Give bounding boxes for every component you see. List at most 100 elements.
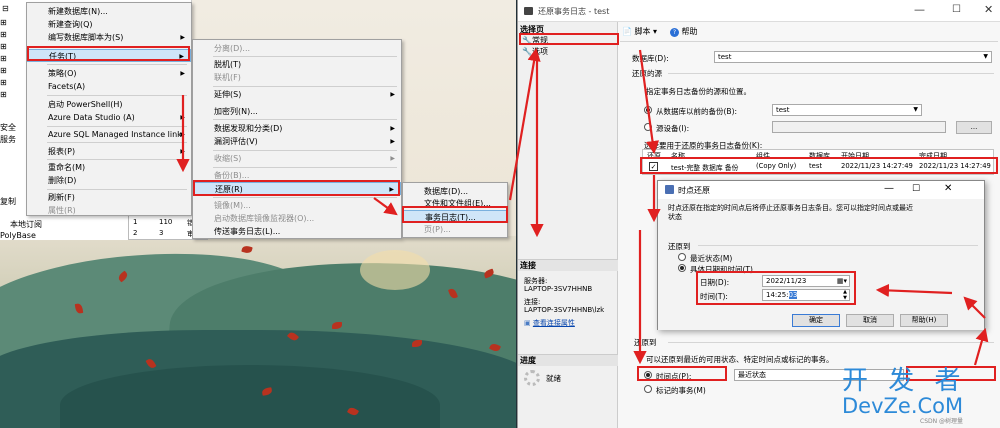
watermark-text: 开 发 者 — [842, 366, 967, 396]
latest-state-label: 最近状态(M) — [690, 254, 733, 263]
menu-item-delete[interactable]: 删除(D) — [27, 174, 191, 187]
chevron-right-icon: ▶ — [180, 34, 185, 41]
menu-label: 加密列(N)... — [214, 107, 258, 116]
menu-item-new-database[interactable]: 新建数据库(N)... — [27, 5, 191, 18]
menu-item-encrypt-columns[interactable]: 加密列(N)... — [193, 105, 401, 118]
highlight-box — [637, 366, 727, 381]
menu-item-vuln-assessment[interactable]: 漏洞评估(V) ▶ — [193, 135, 401, 148]
chevron-down-icon: ▼ — [913, 106, 918, 113]
script-icon: 📄 — [622, 27, 632, 36]
view-connection-properties[interactable]: ▣ 查看连接属性 — [524, 318, 575, 328]
dialog-icon — [665, 185, 674, 194]
menu-item-rename[interactable]: 重命名(M) — [27, 161, 191, 174]
menu-label: 数据库(D)... — [424, 187, 469, 196]
chevron-right-icon: ▶ — [390, 138, 395, 145]
cancel-button[interactable]: 取消 — [846, 314, 894, 327]
menu-label: 脱机(T) — [214, 60, 242, 69]
marked-tx-label: 标记的事务(M) — [656, 386, 706, 395]
tree-item-label: 本地订阅 — [10, 220, 42, 229]
chevron-right-icon: ▶ — [390, 91, 395, 98]
menu-item-online[interactable]: 联机(F) — [193, 71, 401, 84]
menu-item-azure-mi-link[interactable]: Azure SQL Managed Instance link ▶ — [27, 128, 191, 141]
menu-item-log-shipping[interactable]: 传送事务日志(L)... — [193, 225, 401, 238]
device-input[interactable] — [772, 121, 946, 133]
database-label: 数据库(D): — [632, 54, 669, 63]
menu-label: 新建数据库(N)... — [48, 7, 108, 16]
menu-label: Azure Data Studio (A) — [48, 113, 135, 122]
backup-db-select[interactable]: test ▼ — [772, 104, 922, 116]
menu-label: 启动数据库镜像监视器(O)... — [214, 214, 315, 223]
chevron-right-icon: ▶ — [390, 125, 395, 132]
page-options[interactable]: 🔧选项 — [522, 46, 548, 57]
browse-button[interactable]: ... — [956, 121, 992, 134]
button-label: 帮助 — [681, 27, 698, 36]
highlight-box — [640, 157, 998, 174]
menu-item-stretch[interactable]: 延伸(S) ▶ — [193, 88, 401, 101]
point-in-time-dialog: 时点还原 — ☐ ✕ 时点还原在指定的时间点后将停止还原事务日志条目。您可以指定… — [657, 180, 985, 330]
dialog-titlebar: 还原事务日志 - test — ☐ ✕ — [518, 0, 1000, 22]
menu-label: 策略(O) — [48, 69, 77, 78]
menu-label: 编写数据库脚本为(S) — [48, 33, 124, 42]
link-text: 查看连接属性 — [532, 319, 575, 327]
database-select[interactable]: test ▼ — [714, 51, 992, 63]
field-value: 最近状态 — [738, 371, 766, 379]
menu-item-refresh[interactable]: 刷新(F) — [27, 191, 191, 204]
menu-label: 收缩(S) — [214, 154, 242, 163]
tree-item-label: 复制 — [0, 197, 16, 206]
menu-label: 备份(B)... — [214, 171, 250, 180]
maximize-icon[interactable]: ☐ — [952, 4, 961, 15]
ok-button[interactable]: 确定 — [792, 314, 840, 327]
select-value: test — [718, 53, 732, 61]
dialog-body: 时点还原在指定的时间点后将停止还原事务日志条目。您可以指定时间点或最近状态 还原… — [658, 199, 984, 330]
menu-item-detach[interactable]: 分离(D)... — [193, 42, 401, 55]
connection-header: 连接 — [518, 259, 618, 271]
page-label: 选项 — [531, 47, 548, 56]
menu-item-azure-data-studio[interactable]: Azure Data Studio (A) ▶ — [27, 111, 191, 124]
watermark-credit: CSDN @树理量 — [920, 418, 964, 425]
spinner-icon — [524, 370, 540, 386]
tree-item-label: 安全 — [0, 123, 16, 132]
button-label: 脚本 — [634, 27, 651, 36]
minimize-icon[interactable]: — — [914, 3, 925, 16]
menu-item-facets[interactable]: Facets(A) — [27, 80, 191, 93]
menu-label: 刷新(F) — [48, 193, 75, 202]
chevron-right-icon: ▶ — [180, 70, 185, 77]
menu-item-new-query[interactable]: 新建查询(Q) — [27, 18, 191, 31]
from-device-radio[interactable] — [644, 123, 652, 131]
close-icon[interactable]: ✕ — [944, 183, 952, 194]
menu-label: 联机(F) — [214, 73, 241, 82]
from-device-label: 源设备(I): — [656, 124, 690, 133]
script-button[interactable]: 📄 脚本 ▾ — [622, 26, 657, 37]
context-menu-tasks: 分离(D)... 脱机(T) 联机(F) 延伸(S) ▶ 加密列(N)... 数据… — [192, 39, 402, 239]
highlight-box — [193, 180, 400, 196]
latest-state-radio[interactable] — [678, 253, 686, 261]
menu-label: 分离(D)... — [214, 44, 251, 53]
maximize-icon[interactable]: ☐ — [912, 184, 920, 194]
help-button[interactable]: 帮助(H) — [900, 314, 948, 327]
help-button[interactable]: ? 帮助 — [670, 26, 698, 37]
menu-item-powershell[interactable]: 启动 PowerShell(H) — [27, 98, 191, 111]
from-backup-radio[interactable] — [644, 106, 652, 114]
minimize-icon[interactable]: — — [884, 183, 894, 194]
menu-item-reports[interactable]: 报表(P) ▶ — [27, 145, 191, 158]
grid-cell: 2 — [133, 229, 138, 237]
menu-item-restore-page[interactable]: 页(P)... — [403, 223, 507, 236]
menu-item-shrink[interactable]: 收缩(S) ▶ — [193, 152, 401, 165]
menu-item-data-discovery[interactable]: 数据发现和分类(D) ▶ — [193, 122, 401, 135]
chevron-right-icon: ▶ — [180, 131, 185, 138]
specific-time-radio[interactable] — [678, 264, 686, 272]
chevron-down-icon: ▼ — [983, 53, 988, 60]
menu-item-mirror-monitor[interactable]: 启动数据库镜像监视器(O)... — [193, 212, 401, 225]
from-backup-label: 从数据库以前的备份(B): — [656, 107, 738, 116]
database-icon — [524, 7, 533, 15]
menu-item-offline[interactable]: 脱机(T) — [193, 58, 401, 71]
close-icon[interactable]: ✕ — [984, 3, 993, 16]
grid-cell: 3 — [159, 229, 164, 237]
menu-label: Facets(A) — [48, 82, 86, 91]
menu-item-mirror[interactable]: 镜像(M)... — [193, 199, 401, 212]
menu-label: 数据发现和分类(D) — [214, 124, 283, 133]
menu-item-policies[interactable]: 策略(O) ▶ — [27, 67, 191, 80]
marked-tx-radio[interactable] — [644, 385, 652, 393]
menu-item-script-database[interactable]: 编写数据库脚本为(S) ▶ — [27, 31, 191, 44]
menu-item-properties[interactable]: 属性(R) — [27, 204, 191, 217]
